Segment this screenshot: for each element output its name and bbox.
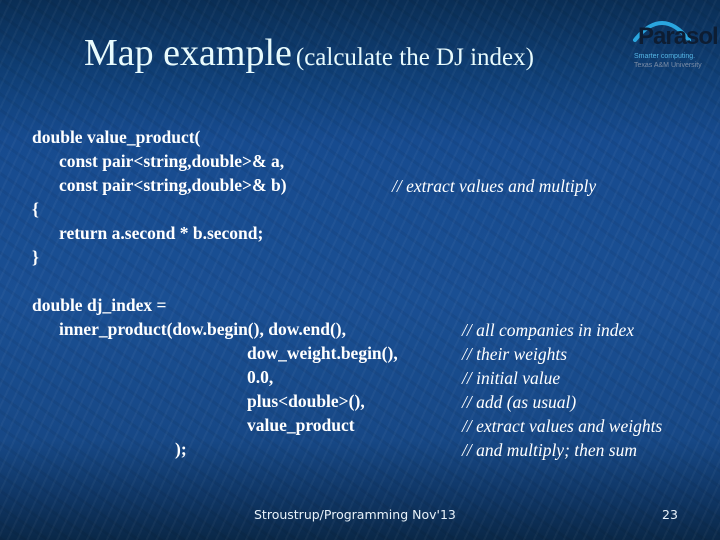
slide: Map example (calculate the DJ index) Par… xyxy=(0,0,720,540)
footer-text: Stroustrup/Programming Nov'13 xyxy=(254,507,456,522)
code-line: value_product xyxy=(247,415,355,435)
code-line: double value_product( xyxy=(32,127,201,147)
code-line: 0.0, xyxy=(247,367,274,387)
code-comment: // their weights xyxy=(462,344,567,364)
logo-tagline: Smarter computing. xyxy=(634,53,696,60)
code-comment: // add (as usual) xyxy=(462,392,577,412)
code-comment: // all companies in index xyxy=(462,320,635,340)
title-subtitle: (calculate the DJ index) xyxy=(295,44,534,71)
logo-name: Parasol xyxy=(638,23,719,50)
slide-title: Map example (calculate the DJ index) xyxy=(84,34,534,72)
page-number: 23 xyxy=(662,507,678,522)
code-comment: // extract values and weights xyxy=(462,416,663,436)
code-line: { xyxy=(32,199,39,219)
code-line: inner_product(dow.begin(), dow.end(), xyxy=(59,319,347,339)
title-main: Map example xyxy=(84,32,292,74)
code-line: plus<double>(), xyxy=(247,391,365,411)
code-line: } xyxy=(32,247,39,267)
code-line: dow_weight.begin(), xyxy=(247,343,398,363)
code-line: ); xyxy=(175,439,187,459)
code-line: const pair<string,double>& b) xyxy=(59,175,287,195)
code-line: const pair<string,double>& a, xyxy=(59,151,285,171)
logo-institution: Texas A&M University xyxy=(634,62,702,69)
code-line: double dj_index = xyxy=(32,295,167,315)
code-comment: // and multiply; then sum xyxy=(462,440,637,460)
code-line: return a.second * b.second; xyxy=(59,223,264,243)
code-comment: // initial value xyxy=(462,368,561,388)
code-comment: // extract values and multiply xyxy=(392,176,597,196)
parasol-logo: Parasol Smarter computing. Texas A&M Uni… xyxy=(628,10,720,70)
